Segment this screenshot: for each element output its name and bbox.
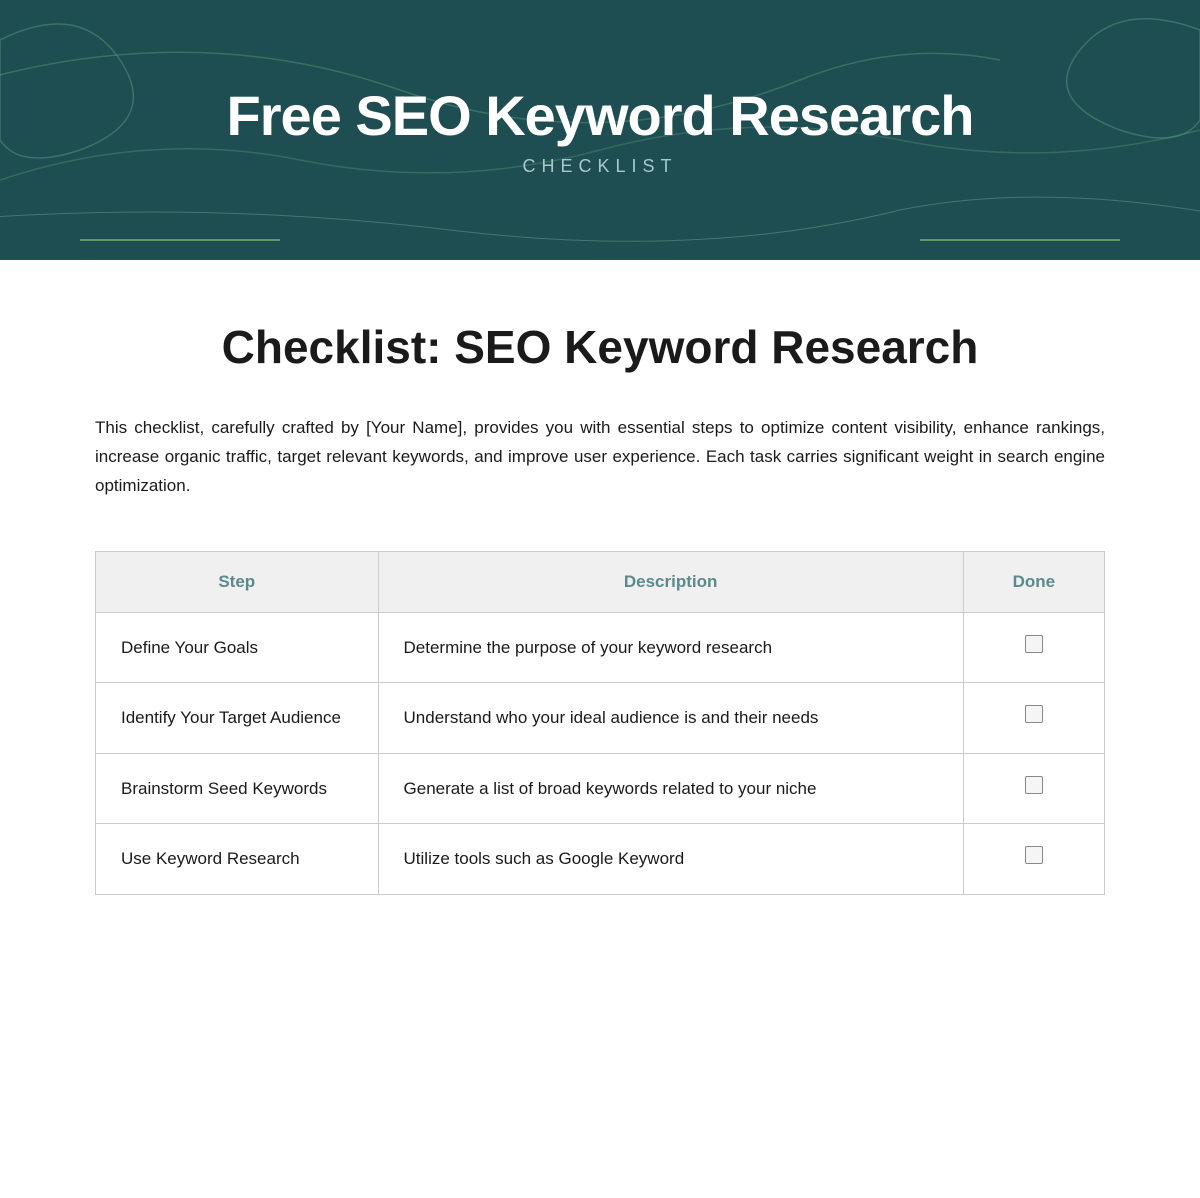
cell-step: Brainstorm Seed Keywords bbox=[96, 753, 379, 824]
page-header: Free SEO Keyword Research CHECKLIST bbox=[0, 0, 1200, 260]
done-checkbox[interactable] bbox=[1025, 705, 1043, 723]
table-row: Define Your GoalsDetermine the purpose o… bbox=[96, 612, 1105, 683]
checklist-table: Step Description Done Define Your GoalsD… bbox=[95, 551, 1105, 895]
col-header-step: Step bbox=[96, 551, 379, 612]
cell-description: Generate a list of broad keywords relate… bbox=[378, 753, 963, 824]
cell-description: Understand who your ideal audience is an… bbox=[378, 683, 963, 754]
page-title: Checklist: SEO Keyword Research bbox=[95, 320, 1105, 374]
table-row: Brainstorm Seed KeywordsGenerate a list … bbox=[96, 753, 1105, 824]
done-checkbox[interactable] bbox=[1025, 846, 1043, 864]
cell-done bbox=[963, 612, 1104, 683]
col-header-description: Description bbox=[378, 551, 963, 612]
done-checkbox[interactable] bbox=[1025, 635, 1043, 653]
cell-description: Utilize tools such as Google Keyword bbox=[378, 824, 963, 895]
description-text: This checklist, carefully crafted by [Yo… bbox=[95, 414, 1105, 501]
header-subtitle: CHECKLIST bbox=[522, 156, 677, 177]
table-row: Identify Your Target AudienceUnderstand … bbox=[96, 683, 1105, 754]
cell-step: Define Your Goals bbox=[96, 612, 379, 683]
cell-description: Determine the purpose of your keyword re… bbox=[378, 612, 963, 683]
cell-step: Use Keyword Research bbox=[96, 824, 379, 895]
table-header-row: Step Description Done bbox=[96, 551, 1105, 612]
cell-done bbox=[963, 753, 1104, 824]
cell-done bbox=[963, 683, 1104, 754]
header-title: Free SEO Keyword Research bbox=[227, 83, 974, 148]
cell-done bbox=[963, 824, 1104, 895]
done-checkbox[interactable] bbox=[1025, 776, 1043, 794]
table-row: Use Keyword ResearchUtilize tools such a… bbox=[96, 824, 1105, 895]
cell-step: Identify Your Target Audience bbox=[96, 683, 379, 754]
main-content: Checklist: SEO Keyword Research This che… bbox=[0, 260, 1200, 955]
col-header-done: Done bbox=[963, 551, 1104, 612]
